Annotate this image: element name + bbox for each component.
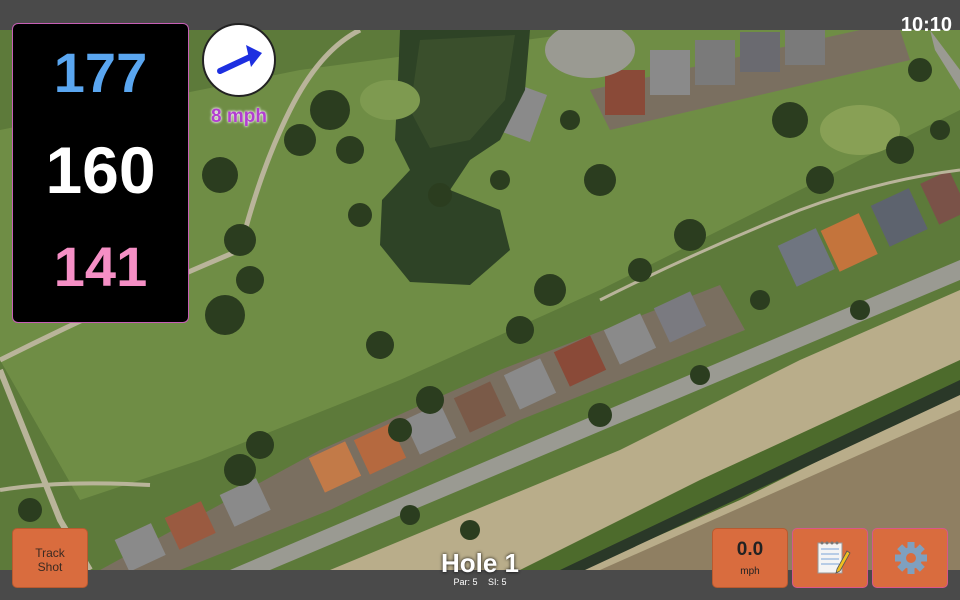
gear-icon <box>895 542 927 574</box>
arrow-icon <box>217 45 262 74</box>
wind-speed: 8 mph <box>190 106 288 128</box>
distance-middle: 160 <box>45 133 156 207</box>
hole-title: Hole 1 <box>440 548 520 578</box>
track-shot-label-1: Track <box>35 546 65 560</box>
speed-button[interactable]: 0.0 mph <box>712 528 788 588</box>
wind-speed-text: 8 mph <box>211 106 267 127</box>
notepad-icon <box>817 541 851 574</box>
speed-value: 0.0 <box>736 539 764 560</box>
distance-back: 177 <box>53 41 148 104</box>
notes-button[interactable] <box>792 528 868 588</box>
track-shot-button[interactable]: Track Shot <box>12 528 88 588</box>
hole-si: SI: 5 <box>488 577 507 587</box>
settings-button[interactable] <box>872 528 948 588</box>
distance-front: 141 <box>53 235 148 298</box>
hole-par: Par: 5 <box>453 577 478 587</box>
wind-indicator <box>202 23 276 97</box>
hole-info: Par: 5 SI: 5 <box>380 577 580 587</box>
track-shot-label-2: Shot <box>37 560 63 574</box>
clock-time: 10:10 <box>900 14 952 36</box>
distance-panel: 177 160 141 <box>12 23 189 323</box>
speed-unit: mph <box>740 566 760 577</box>
